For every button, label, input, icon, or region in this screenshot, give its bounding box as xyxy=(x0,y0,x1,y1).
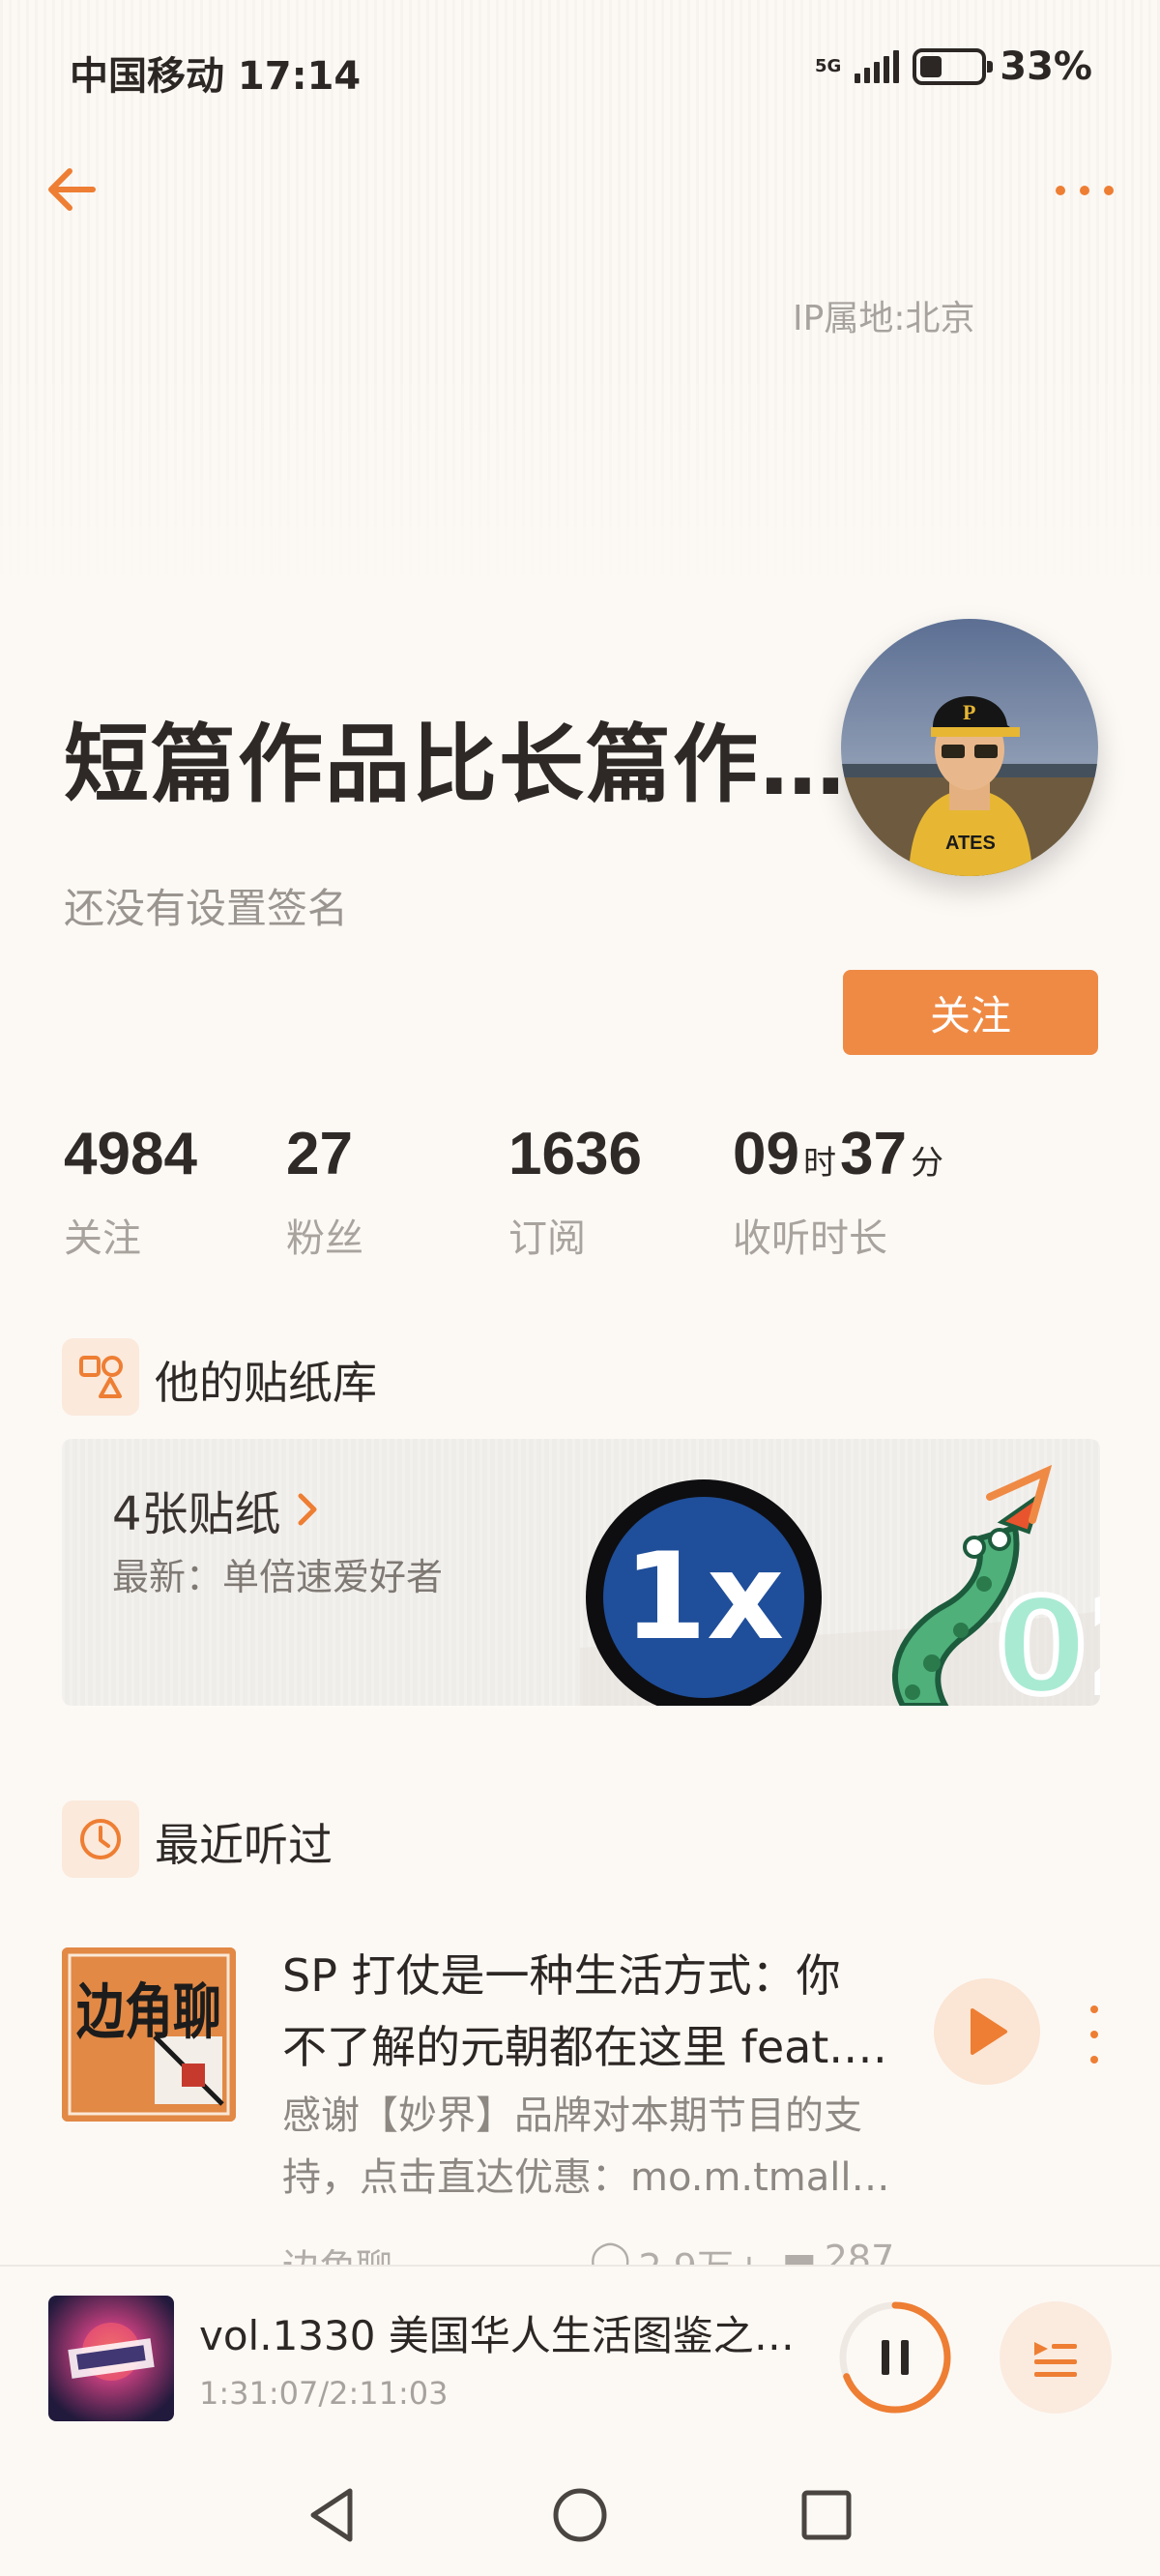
sticker-badge-text: 1x xyxy=(624,1528,784,1667)
now-playing-cover-image xyxy=(48,2296,174,2421)
battery-icon xyxy=(913,48,994,85)
now-playing-title[interactable]: vol.1330 美国华人生活图鉴之另… xyxy=(199,2303,818,2362)
sticker-section-title: 他的贴纸库 xyxy=(155,1357,377,1409)
listening-label: 收听时长 xyxy=(733,1216,887,1261)
avatar-image: P ATES xyxy=(841,619,1098,876)
more-button[interactable] xyxy=(1056,174,1114,207)
hours-unit: 时 xyxy=(802,1145,836,1182)
progress-ring xyxy=(839,2301,951,2414)
episode-more-button[interactable] xyxy=(1085,2005,1104,2064)
listening-minutes: 37 xyxy=(839,1121,907,1187)
pause-button[interactable] xyxy=(837,2299,953,2415)
square-recents-icon xyxy=(801,2490,852,2540)
status-indicators: 5G 33% xyxy=(815,44,1092,89)
minutes-unit: 分 xyxy=(910,1145,943,1182)
ip-location: IP属地:北京 xyxy=(793,299,975,338)
profile-signature: 还没有设置签名 xyxy=(64,885,349,932)
triangle-back-icon xyxy=(310,2488,353,2542)
system-back-button[interactable] xyxy=(300,2481,367,2549)
fans-label: 粉丝 xyxy=(286,1216,363,1261)
follow-button[interactable]: 关注 xyxy=(843,970,1098,1055)
listening-hours: 09 xyxy=(733,1121,799,1187)
episode-title-line2: 不了解的元朝都在这里 feat.… xyxy=(282,2021,887,2073)
svg-text:ATES: ATES xyxy=(945,833,996,854)
chevron-right-icon xyxy=(298,1493,317,1526)
now-playing-time: 1:31:07/2:11:03 xyxy=(199,2375,449,2412)
episode-desc-line2: 持，点击直达优惠：mo.m.tmall… xyxy=(282,2155,890,2200)
play-icon xyxy=(971,2008,1007,2055)
now-playing-cover[interactable] xyxy=(48,2296,174,2421)
episode-play-button[interactable] xyxy=(934,1978,1040,2085)
avatar[interactable]: P ATES xyxy=(841,619,1098,876)
subscriptions-label: 订阅 xyxy=(508,1216,586,1261)
episode-description: 感谢【妙界】品牌对本期节目的支 持，点击直达优惠：mo.m.tmall… xyxy=(282,2085,901,2209)
system-recents-button[interactable] xyxy=(793,2481,860,2549)
episode-desc-line1: 感谢【妙界】品牌对本期节目的支 xyxy=(282,2093,862,2138)
sticker-count-text: 4张贴纸 xyxy=(112,1487,281,1541)
network-type: 5G xyxy=(814,56,842,76)
profile-name: 短篇作品比长篇作… xyxy=(64,715,848,814)
clock-icon xyxy=(80,1819,121,1859)
sticker-latest: 最新：单倍速爱好者 xyxy=(112,1556,444,1598)
playlist-icon xyxy=(1034,2342,1077,2377)
episode-cover[interactable]: 边角聊 xyxy=(62,1947,236,2122)
recent-section-icon xyxy=(62,1800,139,1878)
system-home-button[interactable] xyxy=(546,2481,614,2549)
kebab-icon xyxy=(1090,2005,1098,2013)
episode-title[interactable]: SP 打仗是一种生活方式：你 不了解的元朝都在这里 feat.… xyxy=(282,1940,901,2083)
podcast-cover-image: 边角聊 xyxy=(62,1947,236,2122)
arrow-left-icon xyxy=(48,168,96,211)
shapes-icon xyxy=(79,1356,123,1398)
more-dots-icon xyxy=(1056,186,1065,195)
svg-text:P: P xyxy=(963,700,975,724)
sticker-section-icon xyxy=(62,1338,139,1416)
episode-title-line1: SP 打仗是一种生活方式：你 xyxy=(282,1949,841,2002)
sticker-year-text: 02 xyxy=(996,1571,1100,1706)
circle-home-icon xyxy=(553,2488,607,2542)
cover-title-text: 边角聊 xyxy=(76,1976,221,2047)
playlist-button[interactable] xyxy=(1000,2301,1112,2414)
battery-percent: 33% xyxy=(1000,44,1092,89)
back-button[interactable] xyxy=(43,159,104,220)
pause-icon xyxy=(882,2340,909,2375)
signal-icon xyxy=(855,50,900,83)
following-count[interactable]: 4984 xyxy=(64,1120,197,1188)
status-carrier-time: 中国移动 17:14 xyxy=(70,54,362,99)
listening-duration: 09 时37 分 xyxy=(733,1120,947,1188)
sticker-count[interactable]: 4张贴纸 xyxy=(112,1476,320,1543)
subscriptions-count[interactable]: 1636 xyxy=(508,1120,642,1188)
recent-section-title: 最近听过 xyxy=(155,1819,333,1871)
fans-count[interactable]: 27 xyxy=(286,1120,353,1188)
following-label: 关注 xyxy=(64,1216,141,1261)
